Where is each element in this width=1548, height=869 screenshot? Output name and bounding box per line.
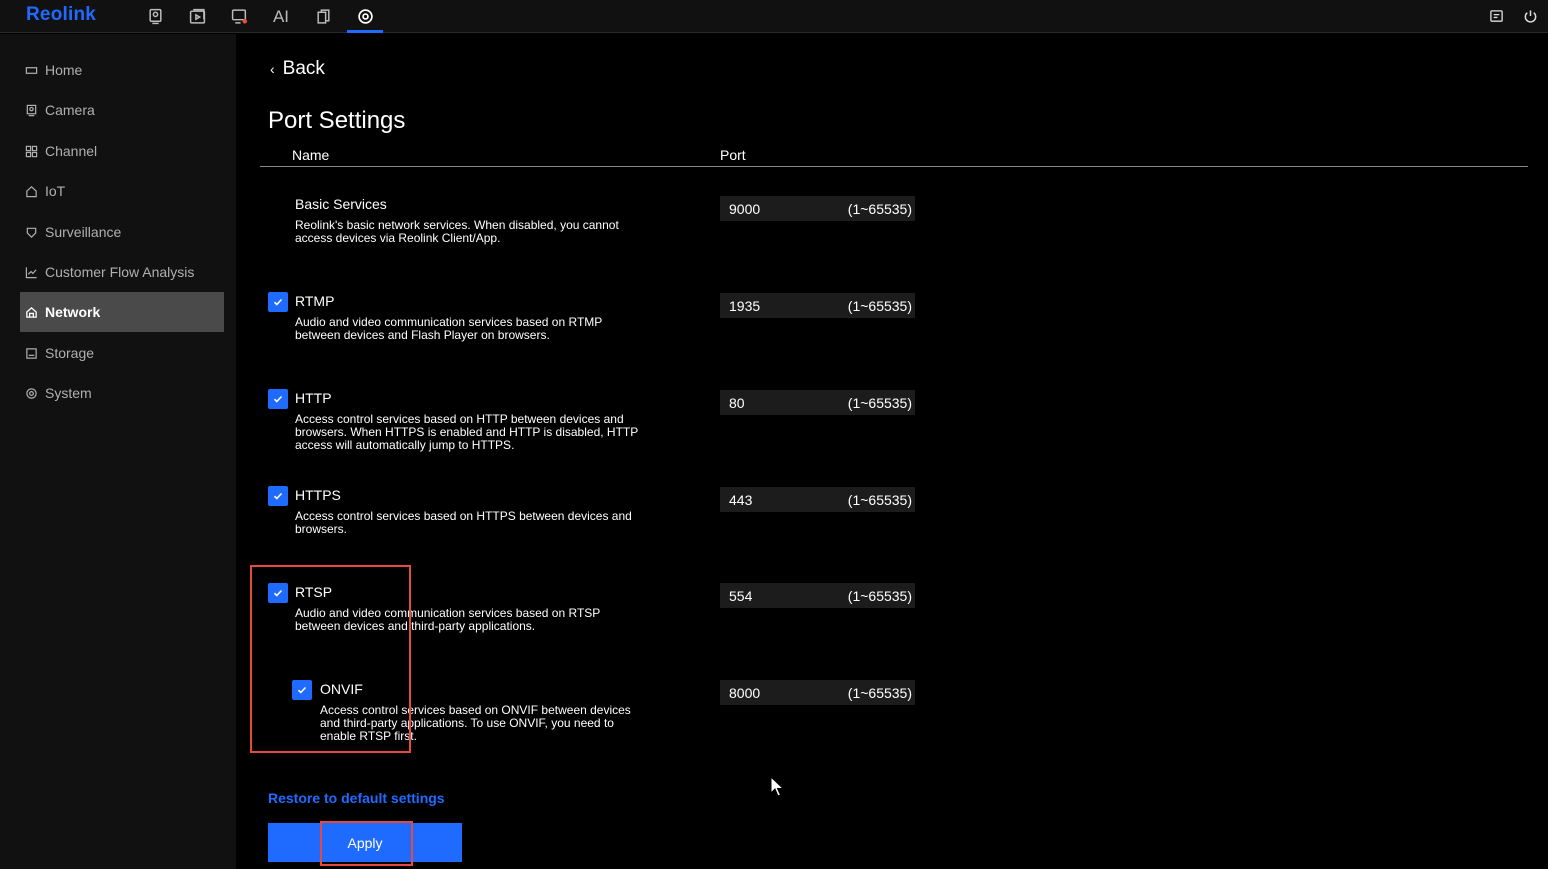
port-range: (1~65535) — [847, 684, 912, 701]
settings-icon[interactable] — [347, 0, 383, 33]
sidebar-item-label: Network — [45, 304, 101, 320]
port-input-http[interactable]: 80 (1~65535) — [720, 390, 915, 415]
home-icon — [24, 63, 38, 77]
camera-icon — [24, 103, 38, 117]
highlight-apply — [320, 821, 413, 866]
sidebar-item-label: Channel — [45, 143, 98, 159]
sidebar-item-storage[interactable]: Storage — [20, 333, 224, 373]
page-title: Port Settings — [268, 107, 406, 134]
port-range: (1~65535) — [847, 587, 912, 604]
highlight-rtsp-onvif — [250, 565, 411, 753]
sidebar-item-label: System — [45, 385, 92, 401]
port-input-rtmp[interactable]: 1935 (1~65535) — [720, 293, 915, 318]
port-range: (1~65535) — [847, 200, 912, 217]
service-name-https: HTTPS — [295, 487, 341, 503]
port-value: 80 — [729, 394, 745, 411]
channel-grid-icon — [24, 144, 38, 158]
back-label: Back — [282, 58, 325, 79]
checkbox-rtmp[interactable] — [268, 292, 288, 312]
sidebar-item-label: Surveillance — [45, 224, 122, 240]
sidebar-item-surveillance[interactable]: Surveillance — [20, 212, 224, 252]
service-name-basic: Basic Services — [295, 196, 387, 212]
reolink-logo: Reolink — [26, 4, 97, 25]
sidebar-item-iot[interactable]: IoT — [20, 171, 224, 211]
service-desc-https: Access control services based on HTTPS b… — [295, 509, 632, 536]
port-input-https[interactable]: 443 (1~65535) — [720, 487, 915, 512]
sidebar-item-system[interactable]: System — [20, 373, 224, 413]
sidebar-item-label: Camera — [45, 102, 95, 118]
shield-icon — [24, 225, 38, 239]
sidebar-item-label: Home — [45, 62, 83, 78]
check-icon — [273, 395, 283, 403]
line-chart-icon — [24, 265, 38, 279]
back-link[interactable]: ‹ Back — [270, 58, 325, 80]
sidebar-item-home[interactable]: Home — [20, 50, 224, 90]
check-icon — [273, 298, 283, 306]
port-input-onvif[interactable]: 8000 (1~65535) — [720, 680, 915, 705]
service-name-http: HTTP — [295, 390, 332, 406]
port-value: 8000 — [729, 684, 761, 701]
alarm-icon[interactable] — [221, 0, 257, 33]
column-header-name: Name — [292, 147, 330, 163]
header-divider — [260, 166, 1528, 167]
files-icon[interactable] — [305, 0, 341, 33]
port-input-basic[interactable]: 9000 (1~65535) — [720, 196, 915, 221]
port-value: 9000 — [729, 200, 761, 217]
column-header-port: Port — [720, 147, 746, 163]
playback-icon[interactable] — [179, 0, 215, 33]
checkbox-http[interactable] — [268, 389, 288, 409]
port-range: (1~65535) — [847, 394, 912, 411]
storage-icon — [24, 346, 38, 360]
sidebar-item-label: IoT — [45, 183, 66, 199]
sidebar: Home Camera Channel IoT Surveillance Cus… — [0, 34, 236, 869]
port-value: 1935 — [729, 297, 761, 314]
restore-default-link[interactable]: Restore to default settings — [268, 790, 445, 806]
port-value: 443 — [729, 491, 753, 508]
chevron-left-icon: ‹ — [270, 61, 275, 77]
sidebar-item-label: Customer Flow Analysis — [45, 264, 195, 280]
sidebar-item-camera[interactable]: Camera — [20, 90, 224, 130]
sidebar-item-network[interactable]: Network — [20, 292, 224, 332]
sidebar-item-customer-flow[interactable]: Customer Flow Analysis — [20, 252, 224, 292]
iot-house-icon — [24, 184, 38, 198]
checkbox-https[interactable] — [268, 486, 288, 506]
service-name-rtmp: RTMP — [295, 293, 335, 309]
ai-nav[interactable]: AI — [263, 0, 299, 33]
mouse-cursor-icon — [770, 776, 784, 797]
camera-preview-icon[interactable] — [137, 0, 173, 33]
service-desc-http: Access control services based on HTTP be… — [295, 412, 639, 452]
sidebar-item-label: Storage — [45, 345, 95, 361]
system-gear-icon — [24, 386, 38, 400]
port-range: (1~65535) — [847, 491, 912, 508]
check-icon — [273, 492, 283, 500]
sidebar-item-channel[interactable]: Channel — [20, 131, 224, 171]
power-icon[interactable] — [1517, 0, 1543, 33]
port-value: 554 — [729, 587, 753, 604]
port-input-rtsp[interactable]: 554 (1~65535) — [720, 583, 915, 608]
port-range: (1~65535) — [847, 297, 912, 314]
service-desc-rtmp: Audio and video communication services b… — [295, 315, 603, 342]
service-desc-basic: Reolink's basic network services. When d… — [295, 218, 619, 245]
network-icon — [24, 305, 38, 319]
top-bar: Reolink AI — [0, 0, 1548, 33]
message-icon[interactable] — [1483, 0, 1509, 33]
